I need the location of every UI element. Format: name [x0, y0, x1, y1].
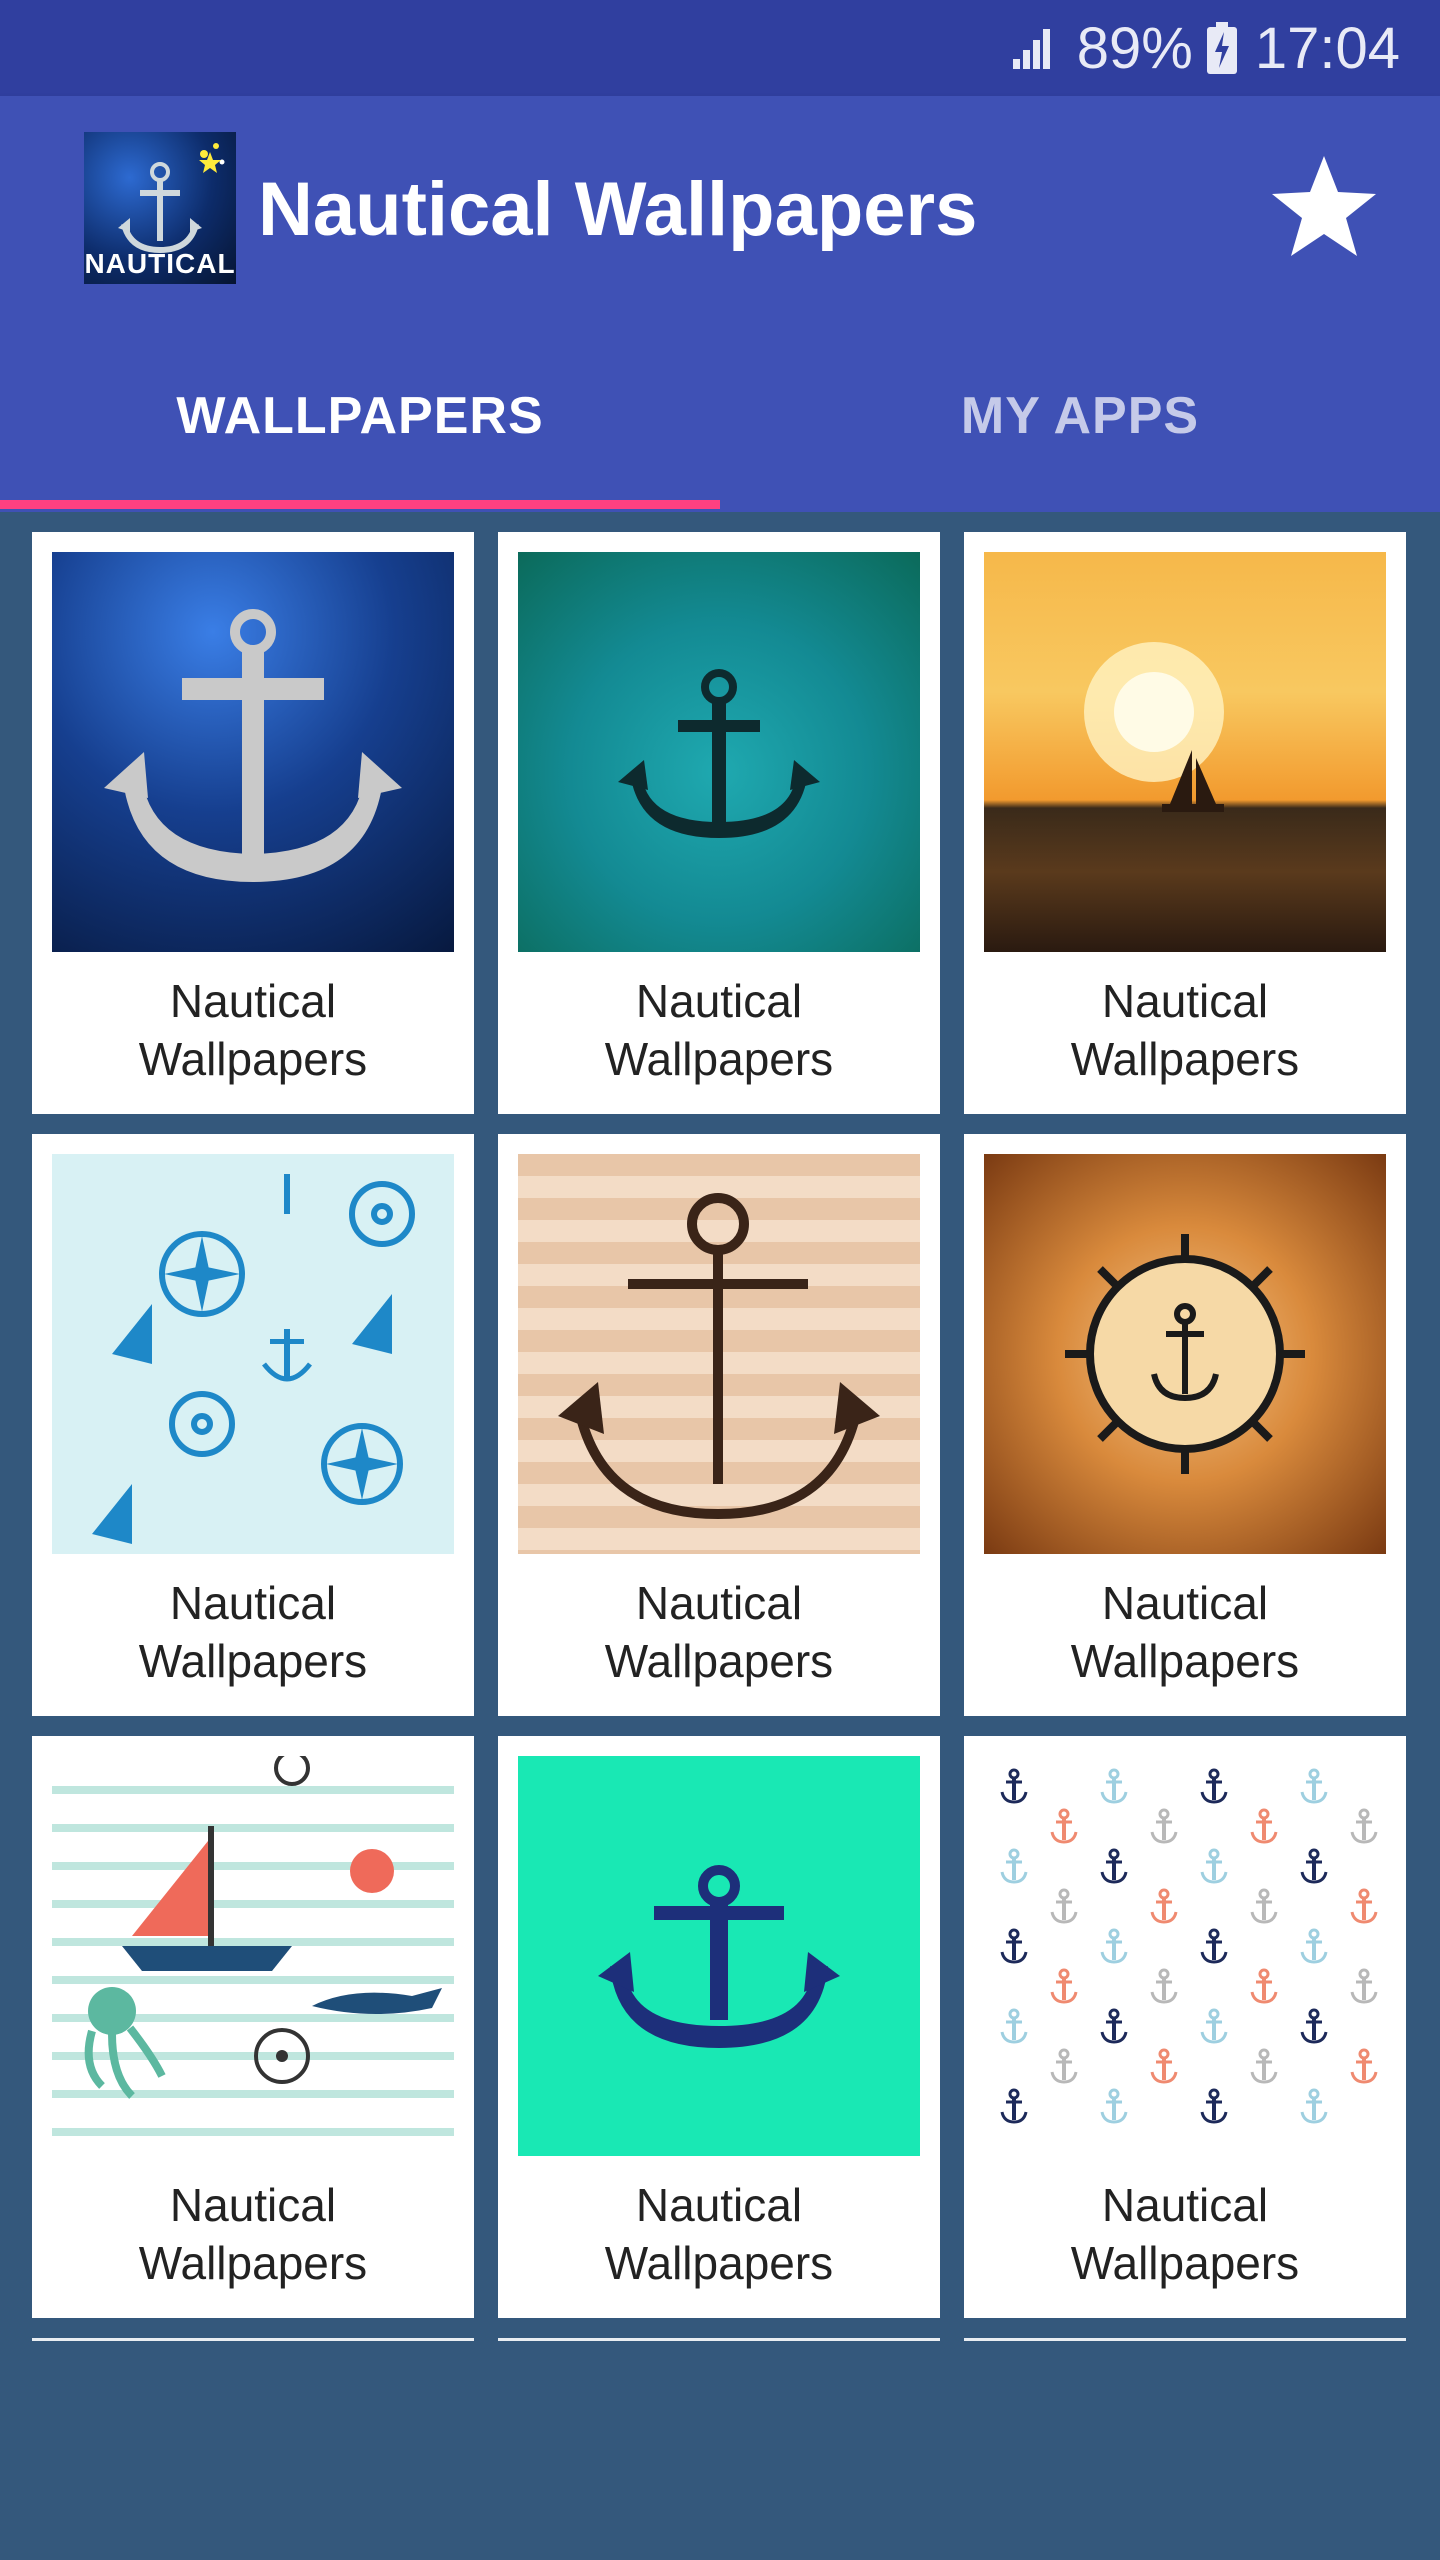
- wallpaper-thumbnail[interactable]: [984, 552, 1386, 952]
- wallpaper-card-partial[interactable]: [964, 2338, 1406, 2341]
- wallpaper-title-line1: Nautical: [1101, 975, 1269, 1027]
- wallpaper-title: Nautical Wallpapers: [32, 972, 474, 1088]
- wallpaper-title-line2: Wallpapers: [138, 1033, 368, 1085]
- wallpaper-thumbnail[interactable]: [984, 1756, 1386, 2156]
- app-logo-label: NAUTICAL: [84, 248, 236, 279]
- wallpaper-title-line1: Nautical: [169, 975, 337, 1027]
- signal-icon: [1012, 29, 1050, 69]
- wallpaper-title-line1: Nautical: [1101, 2179, 1269, 2231]
- wallpaper-thumbnail[interactable]: [518, 552, 920, 952]
- star-icon[interactable]: [1264, 148, 1384, 268]
- app-logo: NAUTICAL: [84, 132, 236, 284]
- app-title: Nautical Wallpapers: [258, 167, 978, 252]
- app-bar: NAUTICAL Nautical Wallpapers: [0, 96, 1440, 320]
- wallpaper-title-line2: Wallpapers: [1070, 1635, 1300, 1687]
- wallpaper-title-line2: Wallpapers: [138, 2237, 368, 2289]
- clock: 17:04: [1254, 15, 1400, 81]
- tab-wallpapers[interactable]: WALLPAPERS: [0, 320, 720, 512]
- wallpaper-title: Nautical Wallpapers: [964, 972, 1406, 1088]
- wallpaper-thumbnail[interactable]: [52, 1154, 454, 1554]
- wallpaper-card[interactable]: Nautical Wallpapers: [32, 1134, 474, 1716]
- wallpaper-title-line2: Wallpapers: [138, 1635, 368, 1687]
- wallpaper-title-line2: Wallpapers: [1070, 1033, 1300, 1085]
- wallpaper-card[interactable]: Nautical Wallpapers: [498, 1736, 940, 2318]
- wallpaper-title-line1: Nautical: [169, 2179, 337, 2231]
- wallpaper-thumbnail[interactable]: [52, 1756, 454, 2156]
- tab-indicator: [0, 500, 720, 509]
- wallpaper-title: Nautical Wallpapers: [32, 2176, 474, 2292]
- battery-charging-icon: [1206, 22, 1237, 74]
- wallpaper-card-partial[interactable]: [498, 2338, 940, 2341]
- wallpaper-title: Nautical Wallpapers: [964, 2176, 1406, 2292]
- wallpaper-card[interactable]: Nautical Wallpapers: [964, 532, 1406, 1114]
- tab-bar: WALLPAPERS MY APPS: [0, 320, 1440, 512]
- battery-percent: 89%: [1076, 15, 1193, 81]
- wallpaper-card-partial[interactable]: [32, 2338, 474, 2341]
- wallpaper-title-line2: Wallpapers: [1070, 2237, 1300, 2289]
- wallpaper-card[interactable]: Nautical Wallpapers: [32, 1736, 474, 2318]
- wallpaper-card[interactable]: Nautical Wallpapers: [964, 1134, 1406, 1716]
- wallpaper-title-line1: Nautical: [1101, 1577, 1269, 1629]
- wallpaper-title: Nautical Wallpapers: [498, 1574, 940, 1690]
- wallpaper-title-line2: Wallpapers: [604, 1635, 834, 1687]
- status-bar: 89% 17:04: [0, 0, 1440, 96]
- tab-my-apps[interactable]: MY APPS: [720, 320, 1440, 512]
- wallpaper-title: Nautical Wallpapers: [32, 1574, 474, 1690]
- wallpaper-card[interactable]: Nautical Wallpapers: [964, 1736, 1406, 2318]
- wallpaper-title: Nautical Wallpapers: [498, 2176, 940, 2292]
- wallpaper-thumbnail[interactable]: [518, 1154, 920, 1554]
- wallpaper-card[interactable]: Nautical Wallpapers: [498, 1134, 940, 1716]
- wallpaper-thumbnail[interactable]: [518, 1756, 920, 2156]
- wallpaper-title-line1: Nautical: [635, 1577, 803, 1629]
- wallpaper-title-line1: Nautical: [169, 1577, 337, 1629]
- wallpaper-thumbnail[interactable]: [52, 552, 454, 952]
- wallpaper-title: Nautical Wallpapers: [964, 1574, 1406, 1690]
- wallpaper-card[interactable]: Nautical Wallpapers: [498, 532, 940, 1114]
- wallpaper-title-line2: Wallpapers: [604, 1033, 834, 1085]
- wallpaper-thumbnail[interactable]: [984, 1154, 1386, 1554]
- wallpaper-title-line1: Nautical: [635, 975, 803, 1027]
- wallpaper-title-line2: Wallpapers: [604, 2237, 834, 2289]
- wallpaper-card[interactable]: Nautical Wallpapers: [32, 532, 474, 1114]
- wallpaper-title: Nautical Wallpapers: [498, 972, 940, 1088]
- wallpaper-title-line1: Nautical: [635, 2179, 803, 2231]
